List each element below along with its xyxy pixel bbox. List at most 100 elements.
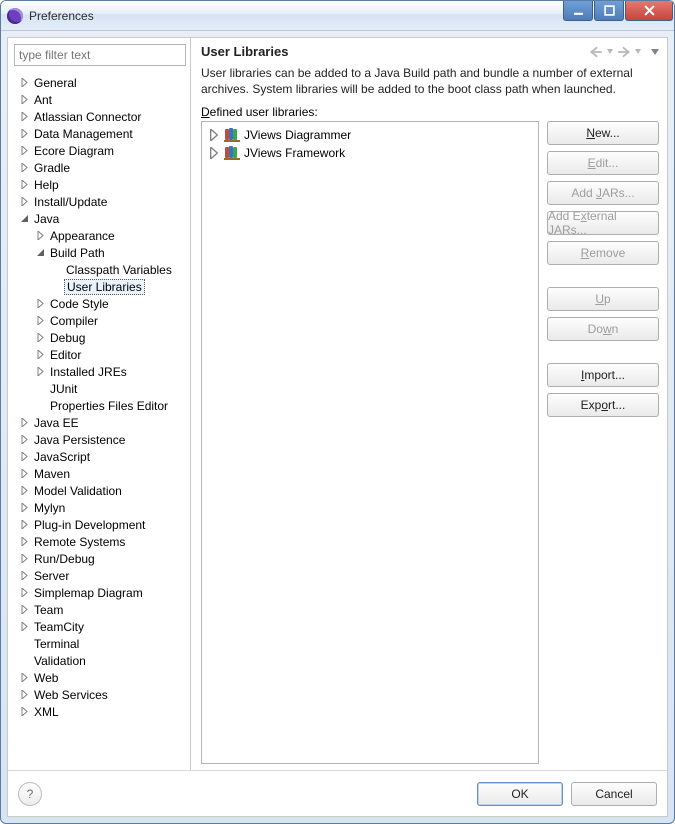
expand-icon[interactable]: [18, 689, 30, 701]
expand-icon[interactable]: [18, 621, 30, 633]
expand-icon[interactable]: [18, 417, 30, 429]
tree-item[interactable]: General: [14, 74, 186, 91]
expand-icon[interactable]: [18, 128, 30, 140]
tree-item[interactable]: Help: [14, 176, 186, 193]
tree-item[interactable]: Compiler: [14, 312, 186, 329]
tree-item[interactable]: Simplemap Diagram: [14, 584, 186, 601]
filter-input[interactable]: [14, 44, 186, 66]
tree-item-label: Team: [32, 603, 65, 617]
new-button[interactable]: New...: [547, 121, 659, 145]
tree-item[interactable]: Data Management: [14, 125, 186, 142]
add-external-jars-button: Add External JARs...: [547, 211, 659, 235]
tree-item[interactable]: Gradle: [14, 159, 186, 176]
expand-icon[interactable]: [18, 553, 30, 565]
expand-icon[interactable]: [18, 196, 30, 208]
expand-icon[interactable]: [18, 434, 30, 446]
ok-button[interactable]: OK: [477, 782, 563, 806]
tree-item[interactable]: Classpath Variables: [14, 261, 186, 278]
expand-icon[interactable]: [18, 485, 30, 497]
library-item[interactable]: JViews Diagrammer: [204, 126, 536, 144]
expand-icon[interactable]: [18, 77, 30, 89]
expand-icon[interactable]: [34, 332, 46, 344]
cancel-button[interactable]: Cancel: [571, 782, 657, 806]
preferences-tree[interactable]: GeneralAnt Atlassian ConnectorData Manage…: [14, 70, 186, 764]
expand-icon[interactable]: [18, 672, 30, 684]
tree-item[interactable]: Java Persistence: [14, 431, 186, 448]
tree-item[interactable]: Maven: [14, 465, 186, 482]
expand-icon[interactable]: [18, 519, 30, 531]
expand-icon[interactable]: [18, 587, 30, 599]
expand-icon[interactable]: [18, 468, 30, 480]
tree-item[interactable]: JavaScript: [14, 448, 186, 465]
expand-icon[interactable]: [18, 111, 30, 123]
expand-icon[interactable]: [18, 145, 30, 157]
tree-item[interactable]: Mylyn: [14, 499, 186, 516]
view-menu-icon[interactable]: [651, 46, 659, 58]
tree-item[interactable]: Code Style: [14, 295, 186, 312]
expand-icon[interactable]: [18, 604, 30, 616]
edit-button: Edit...: [547, 151, 659, 175]
expand-icon[interactable]: [18, 213, 30, 225]
expand-icon[interactable]: [18, 451, 30, 463]
tree-item-label: Atlassian Connector: [32, 110, 143, 124]
expand-icon[interactable]: [34, 230, 46, 242]
tree-item[interactable]: XML: [14, 703, 186, 720]
forward-icon[interactable]: [617, 46, 631, 58]
library-item[interactable]: JViews Framework: [204, 144, 536, 162]
tree-item[interactable]: Ant: [14, 91, 186, 108]
help-button[interactable]: ?: [18, 782, 42, 806]
tree-item-label: Java: [32, 212, 61, 226]
tree-item[interactable]: Java EE: [14, 414, 186, 431]
maximize-button[interactable]: [594, 1, 624, 21]
expand-icon[interactable]: [34, 247, 46, 259]
tree-item[interactable]: Model Validation: [14, 482, 186, 499]
tree-item[interactable]: Debug: [14, 329, 186, 346]
tree-item[interactable]: Server: [14, 567, 186, 584]
export-button[interactable]: Export...: [547, 393, 659, 417]
expand-icon[interactable]: [18, 536, 30, 548]
expand-icon[interactable]: [18, 162, 30, 174]
expand-icon[interactable]: [34, 298, 46, 310]
tree-item[interactable]: Validation: [14, 652, 186, 669]
tree-item[interactable]: Remote Systems: [14, 533, 186, 550]
libraries-list[interactable]: JViews DiagrammerJViews Framework: [201, 121, 539, 764]
minimize-button[interactable]: [563, 1, 593, 21]
tree-item[interactable]: Properties Files Editor: [14, 397, 186, 414]
expand-icon[interactable]: [34, 349, 46, 361]
titlebar[interactable]: Preferences: [1, 1, 674, 31]
tree-item[interactable]: JUnit: [14, 380, 186, 397]
expand-icon[interactable]: [208, 129, 220, 141]
tree-item[interactable]: Build Path: [14, 244, 186, 261]
tree-item[interactable]: Terminal: [14, 635, 186, 652]
tree-item[interactable]: Web: [14, 669, 186, 686]
tree-item[interactable]: Install/Update: [14, 193, 186, 210]
tree-item[interactable]: Installed JREs: [14, 363, 186, 380]
back-menu-icon[interactable]: [607, 46, 613, 58]
tree-item[interactable]: Web Services: [14, 686, 186, 703]
expand-icon[interactable]: [18, 706, 30, 718]
tree-item[interactable]: Appearance: [14, 227, 186, 244]
tree-item[interactable]: Ecore Diagram: [14, 142, 186, 159]
tree-item[interactable]: Plug-in Development: [14, 516, 186, 533]
tree-item[interactable]: Atlassian Connector: [14, 108, 186, 125]
defined-libraries-label: Defined user libraries:: [201, 105, 659, 119]
forward-menu-icon[interactable]: [635, 46, 641, 58]
tree-item[interactable]: User Libraries: [14, 278, 186, 295]
import-button[interactable]: Import...: [547, 363, 659, 387]
tree-item[interactable]: Run/Debug: [14, 550, 186, 567]
close-button[interactable]: [625, 1, 673, 21]
expand-icon[interactable]: [34, 366, 46, 378]
tree-item[interactable]: Java: [14, 210, 186, 227]
tree-item[interactable]: Team: [14, 601, 186, 618]
expand-icon[interactable]: [18, 502, 30, 514]
expand-icon[interactable]: [34, 315, 46, 327]
expand-icon[interactable]: [18, 179, 30, 191]
expand-icon[interactable]: [18, 94, 30, 106]
expand-icon[interactable]: [208, 147, 220, 159]
tree-item[interactable]: Editor: [14, 346, 186, 363]
tree-item-label: Validation: [32, 654, 88, 668]
tree-item-label: Gradle: [32, 161, 72, 175]
expand-icon[interactable]: [18, 570, 30, 582]
tree-item[interactable]: TeamCity: [14, 618, 186, 635]
back-icon[interactable]: [589, 46, 603, 58]
